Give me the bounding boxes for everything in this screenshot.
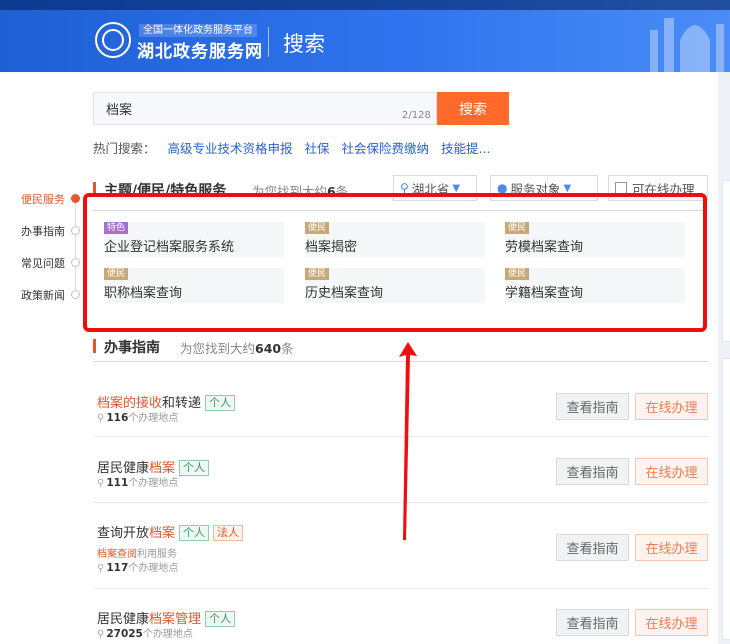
brand-name[interactable]: 湖北政务服务网 bbox=[137, 37, 263, 62]
location-pin-icon: ⚲ bbox=[97, 478, 105, 489]
view-guide-button[interactable]: 查看指南 bbox=[556, 609, 629, 636]
header-divider bbox=[268, 27, 269, 57]
search-input[interactable] bbox=[93, 92, 437, 125]
guide-item-places: ⚲ 117个办理地点 bbox=[97, 562, 179, 574]
location-pin-icon: ⚲ bbox=[97, 629, 105, 640]
hot-searches: 热门搜索： 高级专业技术资格申报 社保 社会保险费缴纳 技能提... bbox=[93, 138, 498, 157]
hot-search-link[interactable]: 技能提... bbox=[441, 141, 490, 156]
section-marker bbox=[93, 339, 96, 353]
search-button[interactable]: 搜索 bbox=[437, 92, 509, 125]
view-guide-button[interactable]: 查看指南 bbox=[556, 458, 629, 485]
nav-dot bbox=[71, 226, 80, 235]
guide-result-count: 为您找到大约640条 bbox=[180, 341, 294, 356]
chevron-down-icon: ▼ bbox=[563, 182, 572, 194]
view-guide-button[interactable]: 查看指南 bbox=[556, 393, 629, 420]
hot-search-link[interactable]: 社会保险费缴纳 bbox=[342, 141, 430, 156]
page-title: 搜索 bbox=[283, 32, 325, 56]
nav-dot bbox=[71, 258, 80, 267]
hot-searches-label: 热门搜索： bbox=[93, 141, 156, 156]
tag-personal: 个人 bbox=[205, 611, 236, 627]
nav-item-news[interactable]: 政策新闻 bbox=[21, 287, 65, 303]
guide-item-places: ⚲ 116个办理地点 bbox=[97, 412, 179, 424]
guide-item-title[interactable]: 查询开放档案 个人 法人 bbox=[97, 522, 244, 541]
guide-item-places: ⚲ 27025个办理地点 bbox=[97, 628, 193, 640]
tag-personal: 个人 bbox=[205, 395, 236, 411]
nav-item-convenience[interactable]: 便民服务 bbox=[21, 191, 65, 207]
right-side-card bbox=[722, 358, 730, 640]
hot-search-link[interactable]: 社保 bbox=[305, 141, 330, 156]
hot-search-link[interactable]: 高级专业技术资格申报 bbox=[168, 141, 293, 156]
highlight-box bbox=[83, 193, 707, 332]
nav-item-faq[interactable]: 常见问题 bbox=[21, 255, 65, 271]
brand-subtitle: 全国一体化政务服务平台 bbox=[139, 24, 257, 37]
guide-section-title: 办事指南 bbox=[104, 340, 160, 356]
right-side-card bbox=[722, 180, 730, 342]
top-bar bbox=[0, 0, 730, 10]
tag-personal: 个人 bbox=[179, 525, 210, 541]
tag-personal: 个人 bbox=[179, 460, 210, 476]
nav-item-guide[interactable]: 办事指南 bbox=[21, 223, 65, 239]
related-service-link[interactable]: 档案查阅利用服务 bbox=[97, 545, 177, 560]
online-apply-button[interactable]: 在线办理 bbox=[635, 534, 708, 561]
search-char-counter: 2/128 bbox=[402, 110, 431, 121]
annotation-arrow-icon bbox=[399, 342, 417, 540]
online-apply-button[interactable]: 在线办理 bbox=[635, 458, 708, 485]
nav-dot bbox=[71, 290, 80, 299]
online-apply-button[interactable]: 在线办理 bbox=[635, 393, 708, 420]
nav-timeline bbox=[75, 197, 76, 297]
nav-dot bbox=[71, 194, 80, 203]
location-pin-icon: ⚲ bbox=[97, 413, 105, 424]
site-logo-icon[interactable] bbox=[95, 22, 131, 58]
building-decoration-icon bbox=[650, 18, 724, 72]
online-apply-button[interactable]: 在线办理 bbox=[635, 609, 708, 636]
tag-legal-entity: 法人 bbox=[213, 525, 244, 541]
row-divider bbox=[93, 588, 708, 589]
site-header: 全国一体化政务服务平台 湖北政务服务网 搜索 bbox=[0, 0, 730, 72]
view-guide-button[interactable]: 查看指南 bbox=[556, 534, 629, 561]
chevron-down-icon: ▼ bbox=[452, 182, 461, 194]
guide-item-places: ⚲ 111个办理地点 bbox=[97, 477, 179, 489]
location-pin-icon: ⚲ bbox=[97, 563, 105, 574]
